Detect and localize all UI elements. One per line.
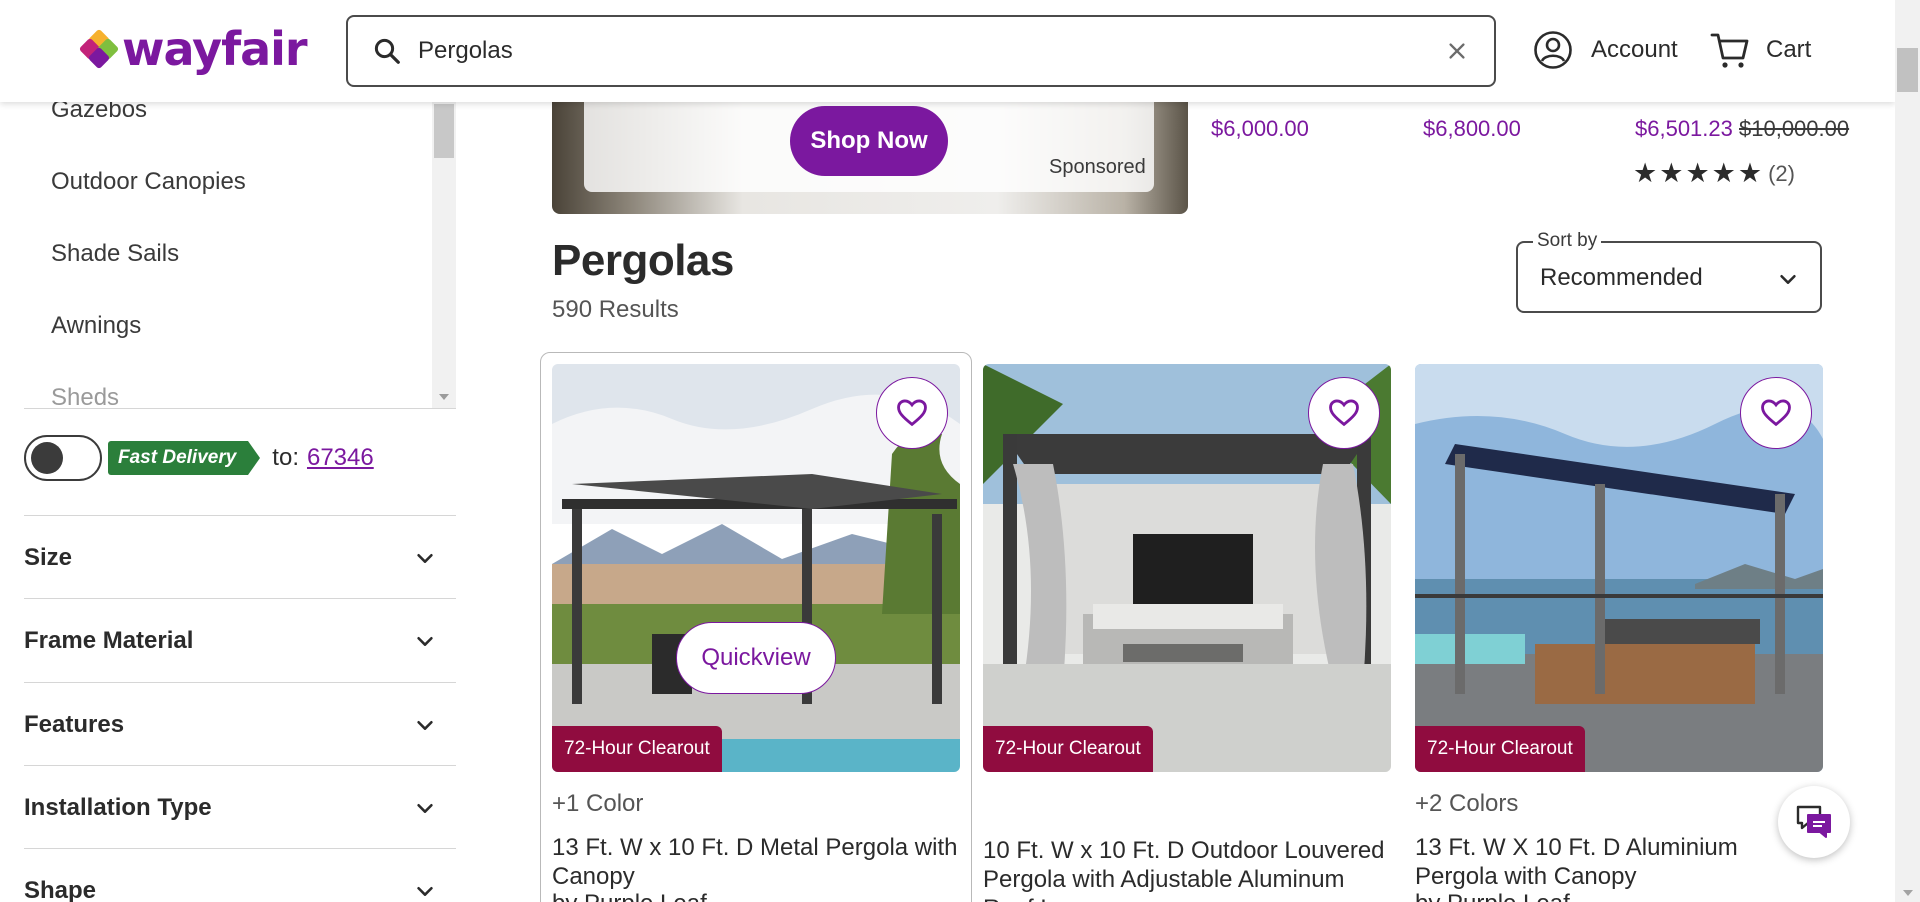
account-label: Account: [1591, 36, 1678, 63]
product-title[interactable]: 13 Ft. W X 10 Ft. D Aluminium Pergola wi…: [1415, 833, 1825, 891]
color-count[interactable]: +2 Colors: [1415, 790, 1518, 818]
category-scroll-down-icon[interactable]: [439, 394, 449, 400]
chat-button[interactable]: [1778, 786, 1850, 858]
star-icon: ★: [1711, 158, 1736, 188]
ad-price: $6,800.00: [1423, 116, 1521, 141]
product-brand[interactable]: by Purple Leaf: [1415, 890, 1570, 902]
category-list: Gazebos Outdoor Canopies Shade Sails Awn…: [0, 90, 455, 408]
category-shade-sails[interactable]: Shade Sails: [51, 240, 179, 268]
search-bar[interactable]: Pergolas: [346, 15, 1496, 87]
filter-label: Frame Material: [24, 626, 194, 654]
divider: [24, 408, 456, 409]
page-root: wayfair Pergolas Account Cart Gazebos Ou…: [0, 0, 1920, 902]
delivery-zip-link[interactable]: 67346: [307, 444, 374, 472]
category-scrollbar[interactable]: [432, 100, 456, 408]
category-awnings[interactable]: Awnings: [51, 312, 141, 340]
ad-sale-price: $6,501.23: [1635, 116, 1733, 141]
quickview-button[interactable]: Quickview: [676, 622, 836, 694]
filter-label: Shape: [24, 876, 97, 902]
clearout-badge: 72-Hour Clearout: [552, 726, 722, 772]
product-title[interactable]: 10 Ft. W x 10 Ft. D Outdoor Louvered Per…: [983, 836, 1393, 902]
star-icon: ★: [1633, 158, 1658, 188]
favorite-button[interactable]: [1308, 377, 1380, 449]
site-header: wayfair Pergolas Account Cart: [0, 0, 1895, 102]
toggle-knob: [31, 442, 63, 474]
fast-delivery-badge: Fast Delivery: [108, 441, 261, 475]
color-count[interactable]: +1 Color: [552, 790, 643, 818]
account-icon: [1534, 31, 1572, 69]
shop-now-button[interactable]: Shop Now: [790, 106, 948, 176]
cart-label: Cart: [1766, 36, 1812, 63]
filter-installation-type[interactable]: Installation Type: [24, 766, 456, 849]
filter-label: Installation Type: [24, 793, 212, 821]
wayfair-logo[interactable]: wayfair: [78, 22, 308, 76]
filter-frame-material[interactable]: Frame Material: [24, 599, 456, 682]
cart-icon: [1710, 33, 1749, 68]
filter-features[interactable]: Features: [24, 683, 456, 766]
heart-icon: [1761, 399, 1791, 427]
ad-price: $6,000.00: [1211, 116, 1309, 141]
results-count: 590 Results: [552, 296, 679, 323]
logo-text: wayfair: [122, 22, 308, 76]
chevron-down-icon: [417, 636, 433, 646]
clear-search-icon[interactable]: [1446, 40, 1468, 62]
sort-value[interactable]: Recommended: [1540, 264, 1703, 292]
star-icon: ★: [1685, 158, 1710, 188]
account-button[interactable]: Account: [1533, 30, 1678, 70]
category-scrollbar-thumb[interactable]: [434, 104, 454, 158]
chevron-down-icon[interactable]: [1777, 268, 1799, 290]
logo-mark-icon: [78, 28, 120, 70]
category-outdoor-canopies[interactable]: Outdoor Canopies: [51, 168, 246, 196]
heart-icon: [1329, 399, 1359, 427]
chevron-down-icon: [417, 553, 433, 563]
scroll-down-arrow-icon[interactable]: [1903, 890, 1913, 896]
favorite-button[interactable]: [876, 377, 948, 449]
filter-size[interactable]: Size: [24, 516, 456, 599]
filter-label: Size: [24, 543, 73, 571]
filter-label: Features: [24, 710, 125, 738]
ad-original-price: $10,000.00: [1739, 116, 1850, 141]
ad-rating[interactable]: ★ ★ ★ ★ ★ (2): [1633, 160, 1795, 187]
filter-shape[interactable]: Shape: [24, 849, 456, 902]
fast-delivery-toggle[interactable]: [24, 435, 102, 481]
favorite-button[interactable]: [1740, 377, 1812, 449]
product-brand[interactable]: by Purple Leaf: [552, 890, 707, 902]
fast-delivery-filter: Fast Delivery to: 67346: [24, 435, 374, 481]
clearout-badge: 72-Hour Clearout: [1415, 726, 1585, 772]
chevron-down-icon: [417, 886, 433, 896]
search-input[interactable]: Pergolas: [418, 37, 1446, 65]
sort-label: Sort by: [1533, 230, 1602, 252]
heart-icon: [897, 399, 927, 427]
delivery-to-label: to:: [272, 444, 299, 471]
cart-button[interactable]: Cart: [1710, 30, 1811, 70]
chevron-down-icon: [417, 803, 433, 813]
star-icon: ★: [1659, 158, 1684, 188]
star-icon: ★: [1737, 158, 1763, 188]
search-icon[interactable]: [372, 36, 402, 66]
chevron-down-icon: [417, 720, 433, 730]
category-sheds[interactable]: Sheds: [51, 384, 119, 408]
clearout-badge: 72-Hour Clearout: [983, 726, 1153, 772]
page-scrollbar[interactable]: [1895, 0, 1920, 902]
rating-count: (2): [1768, 160, 1795, 186]
page-title: Pergolas: [552, 236, 734, 285]
product-title[interactable]: 13 Ft. W x 10 Ft. D Metal Pergola with C…: [552, 833, 962, 891]
sponsored-label: Sponsored: [1049, 156, 1146, 178]
chat-icon: [1796, 805, 1831, 838]
page-scrollbar-thumb[interactable]: [1897, 48, 1918, 92]
